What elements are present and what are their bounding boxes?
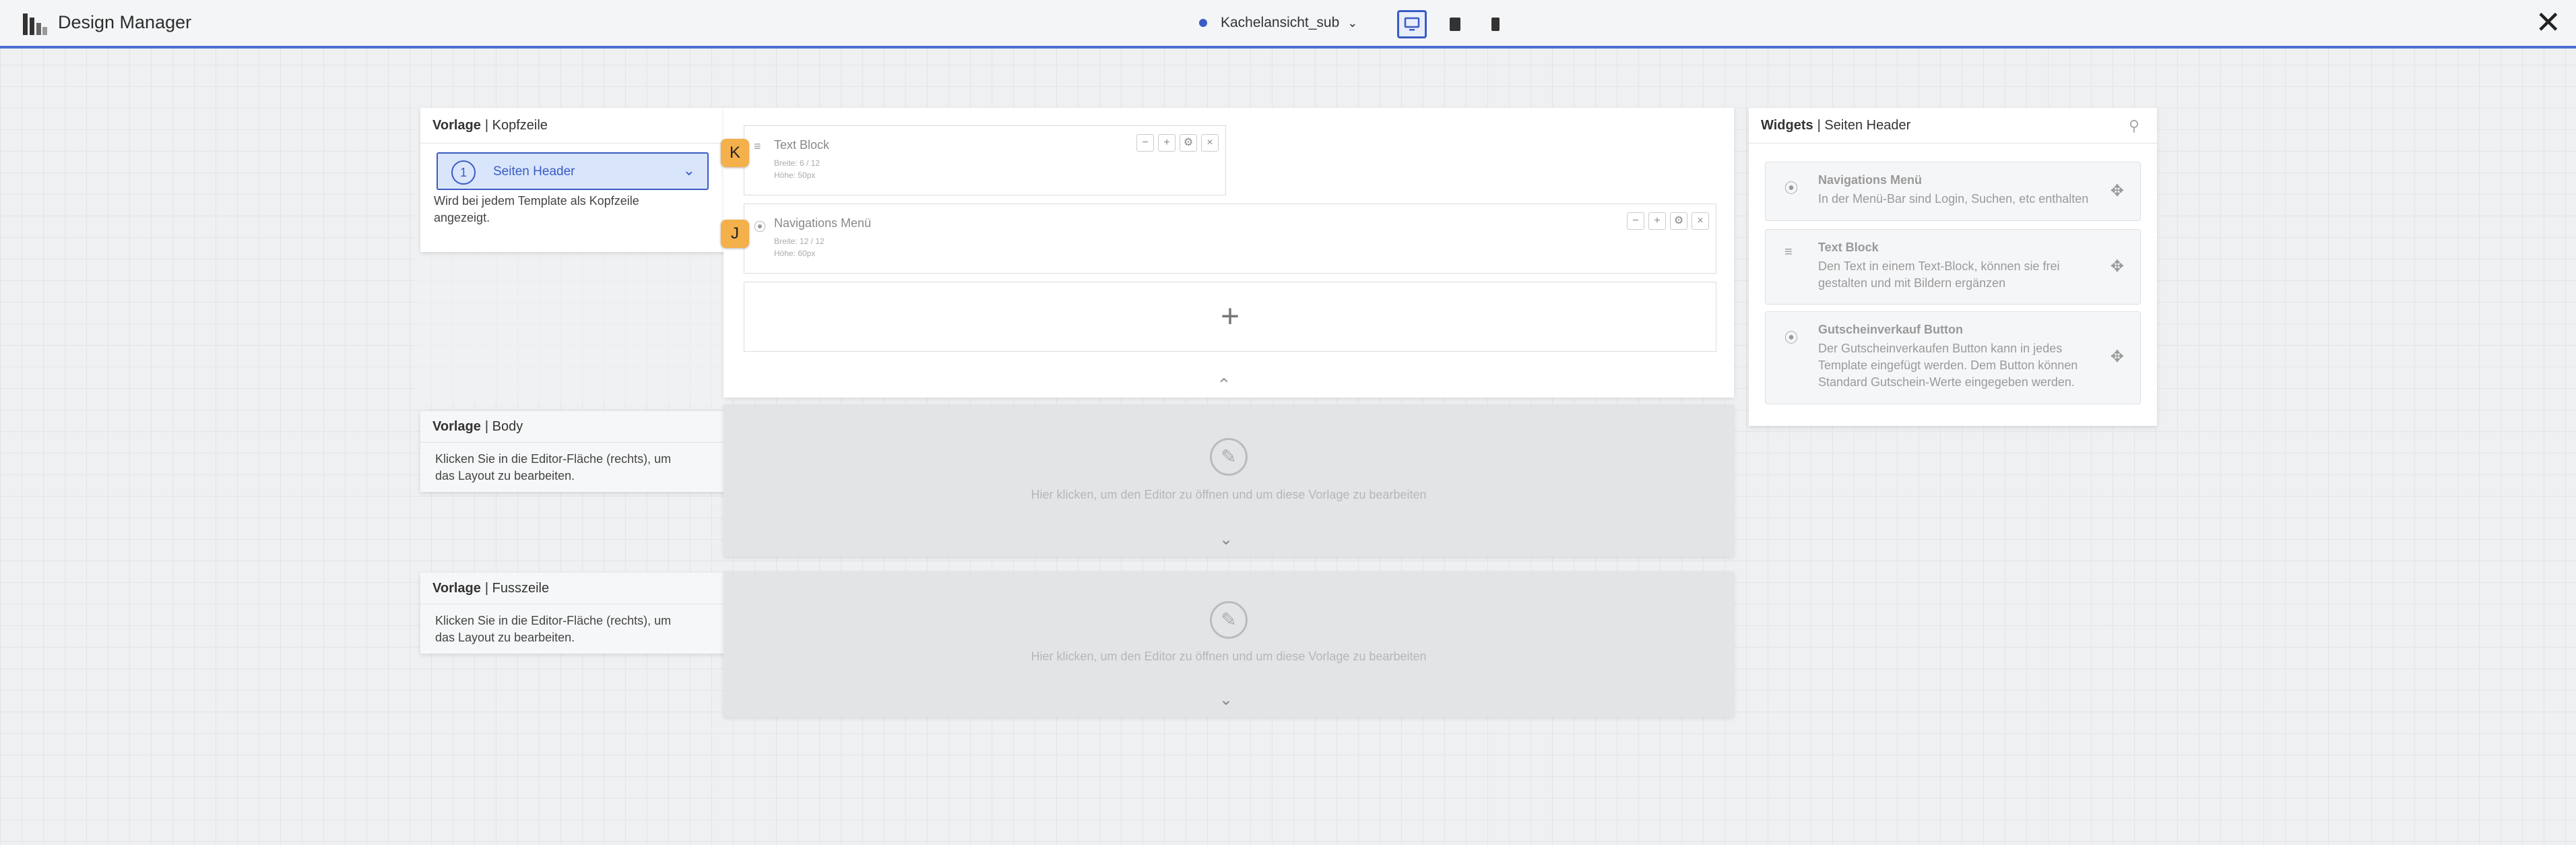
desktop-icon <box>1404 17 1420 31</box>
widgets-label: Widgets <box>1761 117 1813 133</box>
widget-title: Navigations Menü <box>1818 173 1923 187</box>
plus-icon[interactable]: + <box>1648 212 1666 230</box>
pencil-icon: ✎ <box>1210 601 1248 639</box>
block-toolbar: − + ⚙ × <box>1136 134 1219 152</box>
template-label: Vorlage <box>432 418 481 434</box>
close-icon[interactable]: ✕ <box>2535 7 2561 38</box>
block-width: Breite: 6 / 12 <box>774 158 820 168</box>
editor-open-hint: Hier klicken, um den Editor zu öffnen un… <box>1031 650 1427 663</box>
pencil-icon: ✎ <box>1210 438 1248 476</box>
widget-description: In der Menü-Bar sind Login, Suchen, etc … <box>1818 192 2089 206</box>
template-name: Kopfzeile <box>492 117 548 133</box>
template-header: Vorlage | Body <box>420 411 728 443</box>
block-toolbar: − + ⚙ × <box>1627 212 1709 230</box>
block-height: Höhe: 50px <box>774 170 816 180</box>
editor-block-text-block[interactable]: ≡ Text Block Breite: 6 / 12 Höhe: 50px −… <box>744 125 1226 195</box>
section-label: Seiten Header <box>493 164 575 179</box>
widget-description: Den Text in einem Text-Block, können sie… <box>1818 259 2060 290</box>
gear-icon[interactable]: ⚙ <box>1670 212 1687 230</box>
template-header: Vorlage | Fusszeile <box>420 573 728 604</box>
mobile-icon <box>1491 18 1500 31</box>
chevron-down-icon[interactable]: ⌄ <box>1219 690 1233 710</box>
plus-icon: + <box>1220 299 1240 335</box>
gear-icon[interactable]: ⚙ <box>1180 134 1197 152</box>
widget-title: Text Block <box>1818 241 1879 254</box>
chevron-down-icon: ⌄ <box>1347 15 1358 30</box>
template-panel-body[interactable]: Vorlage | Body Klicken Sie in die Editor-… <box>420 411 728 492</box>
close-icon[interactable]: × <box>1692 212 1709 230</box>
widget-item-navigations-menu[interactable]: ⦿ Navigations Menü In der Menü-Bar sind … <box>1765 162 2141 221</box>
template-description: Klicken Sie in die Editor-Fläche (rechts… <box>435 614 672 644</box>
chevron-down-icon: ⌄ <box>682 162 695 179</box>
widget-title: Gutscheinverkauf Button <box>1818 323 1964 336</box>
top-bar: Design Manager Kachelansicht_sub ⌄ ✕ <box>0 0 2576 49</box>
block-title: Text Block <box>774 138 830 152</box>
text-align-icon: ≡ <box>1784 245 1793 259</box>
template-name: Body <box>492 418 523 434</box>
compass-icon: ⦿ <box>1784 181 1798 196</box>
move-handle-icon[interactable]: ✥ <box>2111 257 2124 276</box>
widget-item-text-block[interactable]: ≡ Text Block Den Text in einem Text-Bloc… <box>1765 229 2141 305</box>
template-label: Vorlage <box>432 580 481 596</box>
chevron-down-icon[interactable]: ⌄ <box>1219 530 1233 549</box>
block-title: Navigations Menü <box>774 216 872 230</box>
desktop-view-button[interactable] <box>1397 10 1427 38</box>
move-handle-icon[interactable]: ✥ <box>2111 347 2124 367</box>
template-header: Vorlage | Kopfzeile <box>420 108 728 144</box>
status-dot-icon <box>1199 19 1207 27</box>
editor-body[interactable]: ✎ Hier klicken, um den Editor zu öffnen … <box>723 404 1734 557</box>
mobile-view-button[interactable] <box>1481 10 1510 38</box>
template-name: Fusszeile <box>492 580 550 596</box>
search-icon[interactable]: ⚲ <box>2129 117 2139 135</box>
tag-j: J <box>721 220 749 248</box>
compass-icon: ⦿ <box>754 220 766 234</box>
template-label: Vorlage <box>432 117 481 133</box>
minus-icon[interactable]: − <box>1627 212 1644 230</box>
tablet-view-button[interactable] <box>1440 10 1470 38</box>
gift-icon: ⦿ <box>1784 331 1798 346</box>
chevron-up-icon[interactable]: ⌃ <box>1217 375 1231 396</box>
move-handle-icon[interactable]: ✥ <box>2111 181 2124 201</box>
widget-description: Der Gutscheinverkaufen Button kann in je… <box>1818 342 2078 389</box>
section-seiten-header[interactable]: 1 Seiten Header ⌄ <box>437 152 709 190</box>
template-panel-fusszeile[interactable]: Vorlage | Fusszeile Klicken Sie in die Ed… <box>420 573 728 654</box>
editor-open-hint: Hier klicken, um den Editor zu öffnen un… <box>1031 488 1427 501</box>
widgets-panel: Widgets | Seiten Header ⚲ ⦿ Navigations M… <box>1749 108 2157 426</box>
tag-k: K <box>721 139 749 167</box>
add-widget-area[interactable]: + <box>744 282 1716 352</box>
minus-icon[interactable]: − <box>1136 134 1154 152</box>
editor-block-navigations-menu[interactable]: ⦿ Navigations Menü Breite: 12 / 12 Höhe:… <box>744 204 1716 274</box>
text-align-icon: ≡ <box>754 139 761 153</box>
widgets-header: Widgets | Seiten Header ⚲ <box>1749 108 2157 144</box>
template-description: Wird bei jedem Template als Kopfzeile an… <box>434 194 639 224</box>
close-icon[interactable]: × <box>1201 134 1219 152</box>
widget-item-gutscheinverkauf-button[interactable]: ⦿ Gutscheinverkauf Button Der Gutscheinv… <box>1765 311 2141 404</box>
template-description: Klicken Sie in die Editor-Fläche (rechts… <box>435 452 672 482</box>
app-title: Design Manager <box>58 12 192 32</box>
plus-icon[interactable]: + <box>1158 134 1176 152</box>
app-logo-icon <box>23 13 47 35</box>
block-height: Höhe: 60px <box>774 249 816 258</box>
block-width: Breite: 12 / 12 <box>774 237 825 246</box>
widgets-section-name: Seiten Header <box>1824 117 1911 133</box>
view-selector[interactable]: Kachelansicht_sub ⌄ <box>1199 15 1357 31</box>
section-number: 1 <box>451 160 476 185</box>
tablet-icon <box>1450 18 1460 31</box>
editor-fusszeile[interactable]: ✎ Hier klicken, um den Editor zu öffnen … <box>723 571 1734 717</box>
view-selector-label: Kachelansicht_sub <box>1221 15 1340 30</box>
